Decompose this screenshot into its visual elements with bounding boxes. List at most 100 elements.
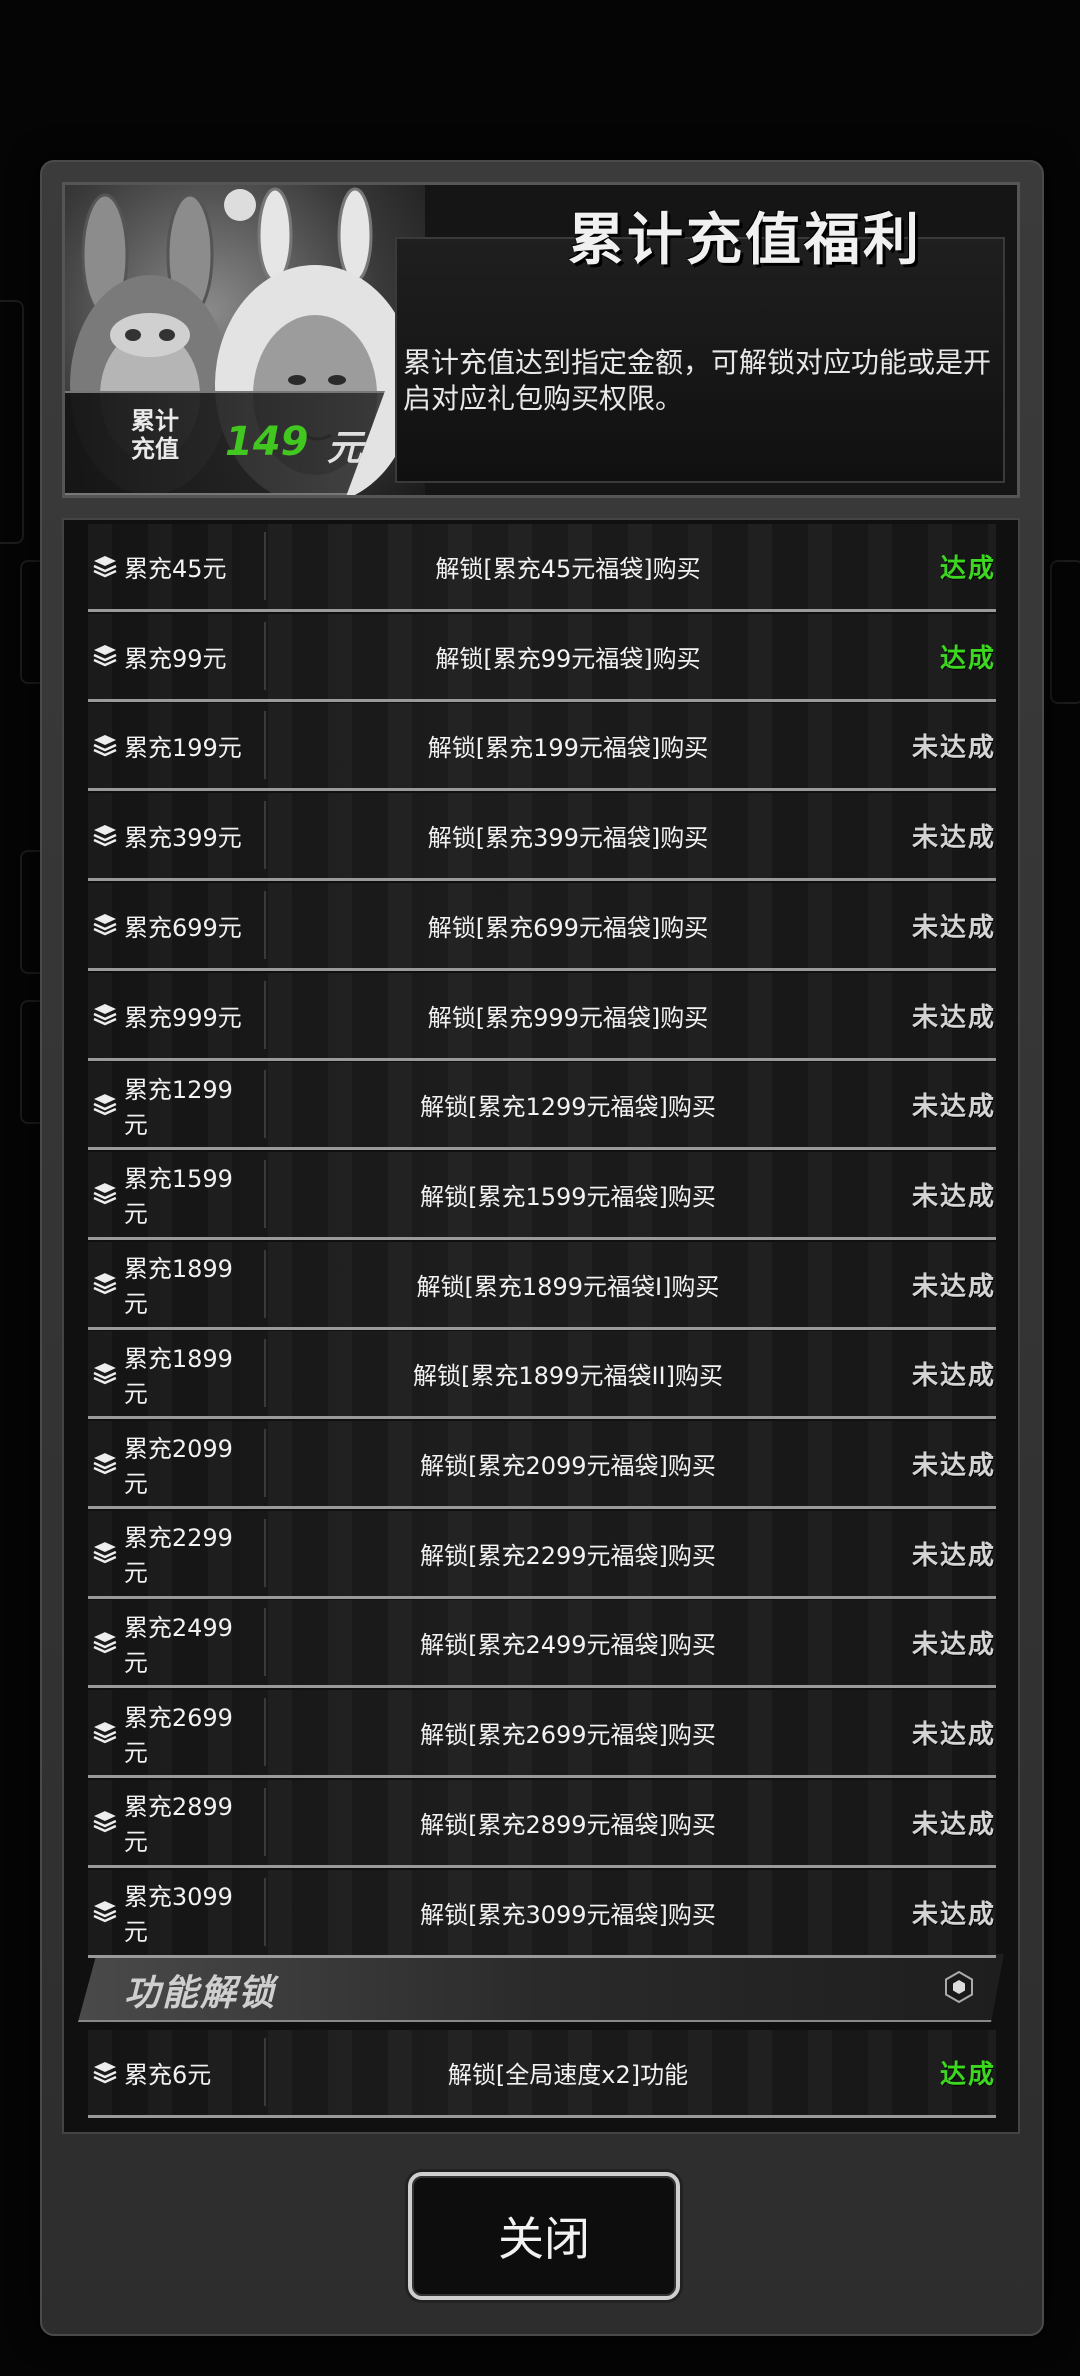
reward-amount: 累充2899元 [88,1780,256,1865]
row-divider [264,1787,266,1856]
reward-description: 解锁[累充2099元福袋]购买 [420,1452,716,1480]
total-recharge-label: 累计 充值 [131,407,179,463]
reward-description: 解锁[累充2699元福袋]购买 [420,1721,716,1750]
row-divider [264,980,266,1049]
reward-amount: 累充45元 [88,524,256,609]
reward-amount: 累充2299元 [88,1511,256,1596]
reward-row: 累充2699元 解锁[累充2699元福袋]购买 未达成 [88,1690,996,1779]
reward-amount-label: 累充2499元 [123,1613,233,1677]
reward-amount-label: 累充1299元 [123,1075,233,1139]
row-divider [264,1608,266,1677]
reward-amount-label: 累充2099元 [123,1434,233,1498]
row-divider [264,1070,266,1139]
reward-description: 解锁[累充699元福袋]购买 [427,913,709,942]
layers-icon [93,1273,117,1295]
layers-icon [93,1631,117,1654]
reward-description: 解锁[累充2899元福袋]购买 [420,1810,716,1839]
reward-status: 未达成 [911,1181,996,1212]
reward-amount-label: 累充1599元 [123,1165,233,1229]
reward-amount-label: 累充2299元 [123,1524,233,1588]
reward-description: 解锁[累充1299元福袋]购买 [420,1093,716,1122]
reward-status: 未达成 [911,1361,996,1392]
background-frame [1050,560,1080,704]
total-recharge-value: 149 [225,419,309,465]
layers-icon [93,1004,117,1026]
reward-amount: 累充3099元 [88,1870,256,1955]
reward-description: 解锁[累充2499元福袋]购买 [420,1631,716,1660]
reward-row: 累充2299元 解锁[累充2299元福袋]购买 未达成 [88,1510,996,1599]
reward-amount-label: 累充1899元 [123,1344,233,1408]
reward-amount-label: 累充3099元 [123,1883,233,1946]
reward-row: 累充1899元 解锁[累充1899元福袋II]购买 未达成 [88,1331,996,1420]
reward-status: 未达成 [911,1002,996,1033]
reward-status: 未达成 [911,1540,996,1571]
reward-amount: 累充2499元 [88,1600,256,1685]
total-recharge-unit: 元 [327,428,364,469]
reward-amount: 累充999元 [88,973,256,1058]
layers-icon [93,824,117,846]
reward-list[interactable]: 功能解锁 累充45元 解锁[累充45元福袋]购买达成 累充99元 解锁[累充99元福袋… [62,518,1020,2134]
reward-status: 未达成 [911,733,996,764]
reward-amount-label: 累充999元 [124,1003,242,1032]
reward-status: 未达成 [911,1809,996,1840]
reward-amount-label: 累充99元 [124,644,227,673]
reward-description: 解锁[累充399元福袋]购买 [427,824,709,853]
dialog-title: 累计充值福利 [568,208,922,273]
reward-description: 解锁[累充999元福袋]购买 [427,1003,709,1032]
reward-description: 解锁[累充199元福袋]购买 [427,734,709,763]
reward-amount-label: 累充2699元 [123,1703,233,1767]
row-divider [264,2038,266,2106]
layers-icon [93,1183,117,1205]
reward-description: 解锁[累充3099元福袋]购买 [420,1900,716,1929]
reward-row: 累充1899元 解锁[累充1899元福袋I]购买 未达成 [88,1241,996,1330]
section-header-feature-unlock: 功能解锁 [78,1954,1004,2022]
reward-amount-label: 累充699元 [124,913,242,942]
layers-icon [93,1811,117,1833]
total-recharge-box: 累计 充值 149 元 [65,391,385,495]
close-button[interactable]: 关闭 [408,2172,680,2300]
row-divider [264,532,266,600]
reward-row: 累充199元 解锁[累充199元福袋]购买 未达成 [88,703,996,792]
row-divider [264,890,266,959]
reward-amount: 累充1899元 [88,1331,256,1416]
reward-amount-label: 累充399元 [124,824,242,853]
layers-icon [93,555,117,577]
reward-status: 达成 [939,643,996,674]
reward-amount: 累充2099元 [88,1421,256,1506]
reward-description: 解锁[累充99元福袋]购买 [435,644,701,673]
dialog-header: 累计充值福利 累计充值达到指定金额，可解锁对应功能或是开启对应礼包购买权限。 累… [62,182,1020,498]
row-divider [264,1339,266,1408]
reward-status: 未达成 [911,912,996,943]
reward-row: 累充2899元 解锁[累充2899元福袋]购买 未达成 [88,1779,996,1868]
reward-row: 累充699元 解锁[累充699元福袋]购买 未达成 [88,882,996,971]
row-divider [264,1877,266,1946]
reward-description: 解锁[累充1899元福袋II]购买 [413,1362,723,1391]
reward-description: 解锁[累充1599元福袋]购买 [420,1182,716,1211]
reward-description: 解锁[累充45元福袋]购买 [435,555,701,583]
reward-row: 累充99元 解锁[累充99元福袋]购买 达成 [88,613,996,702]
reward-row: 累充399元 解锁[累充399元福袋]购买 未达成 [88,793,996,882]
reward-row: 累充3099元 解锁[累充3099元福袋]购买 未达成 [88,1869,996,1958]
reward-description: 解锁[累充1899元福袋I]购买 [416,1272,720,1301]
layers-icon [93,645,117,667]
reward-amount: 累充2699元 [88,1690,256,1775]
reward-amount-label: 累充6元 [124,2061,212,2089]
reward-amount: 累充6元 [88,2030,256,2115]
reward-row: 累充1599元 解锁[累充1599元福袋]购买 未达成 [88,1151,996,1240]
reward-status: 未达成 [911,1092,996,1123]
row-divider [264,621,266,690]
reward-amount: 累充699元 [88,883,256,968]
reward-amount: 累充1899元 [88,1242,256,1327]
reward-amount: 累充99元 [88,614,256,699]
layers-icon [93,1452,117,1474]
layers-icon [93,2061,117,2083]
layers-icon [93,1362,117,1385]
layers-icon [93,1093,117,1115]
reward-status: 未达成 [911,1451,996,1481]
reward-amount-label: 累充2899元 [123,1793,233,1857]
reward-description: 解锁[全局速度x2]功能 [447,2061,689,2089]
reward-status: 未达成 [911,823,996,854]
row-divider [264,1698,266,1767]
reward-row: 累充1299元 解锁[累充1299元福袋]购买 未达成 [88,1062,996,1151]
row-divider [264,1159,266,1228]
